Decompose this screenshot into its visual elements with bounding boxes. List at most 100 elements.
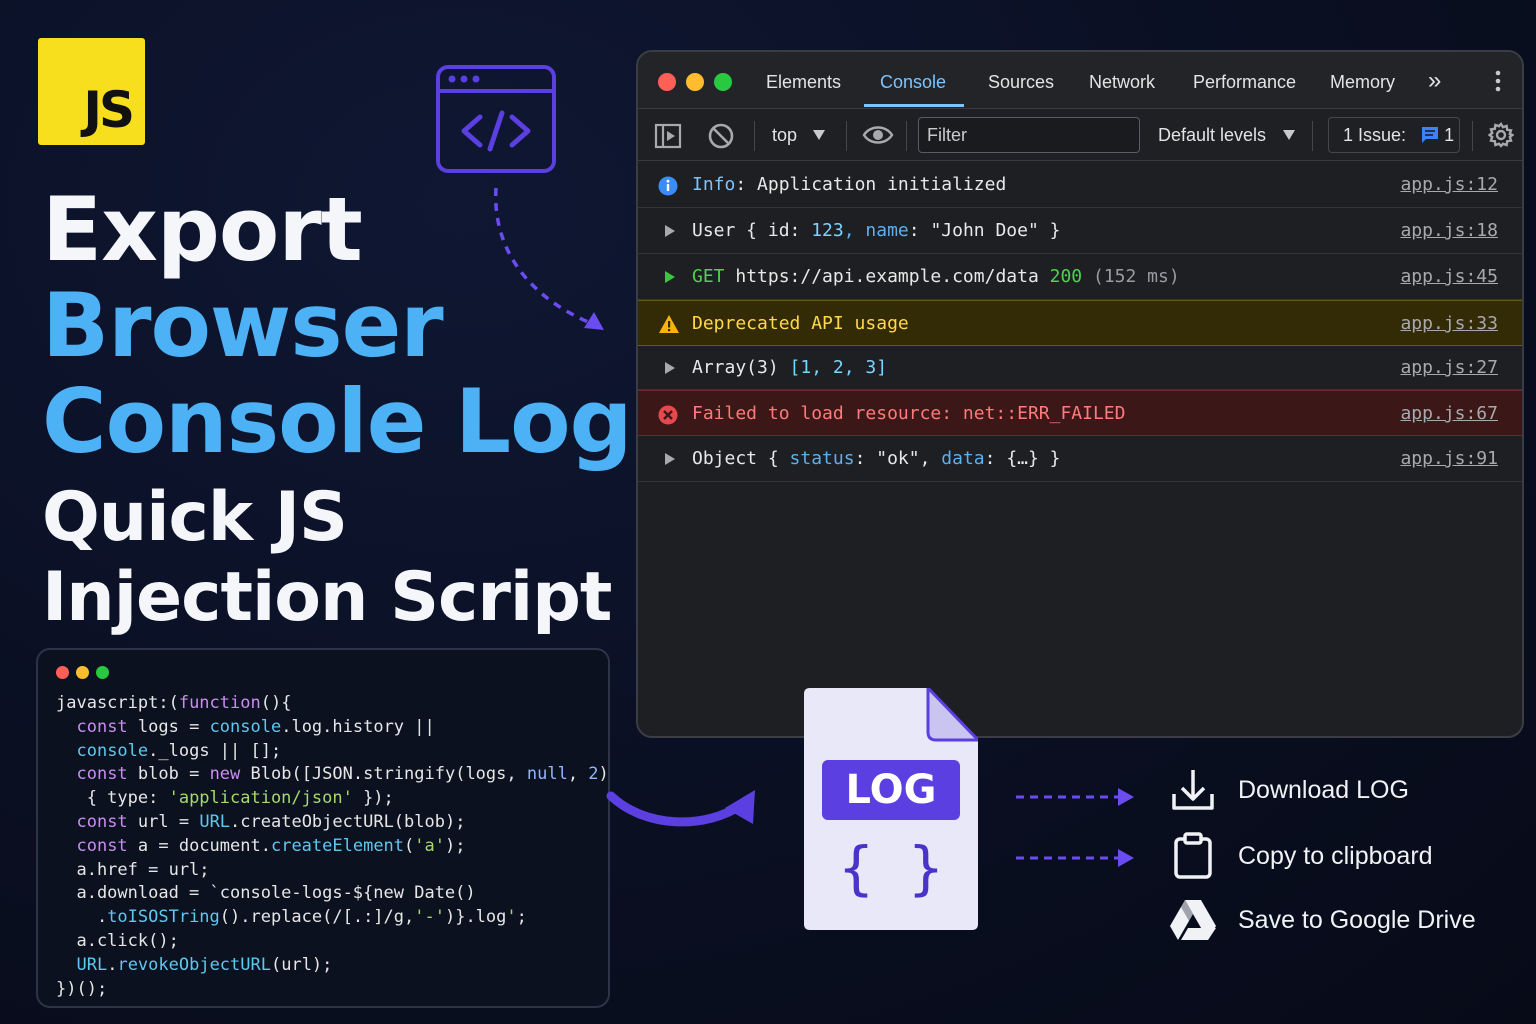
google-drive-icon: [1170, 900, 1216, 940]
tab-console[interactable]: Console: [880, 52, 946, 109]
request-url: https://api.example.com/data: [724, 266, 1050, 287]
log-text: : {…} }: [984, 448, 1061, 469]
expand-triangle-icon[interactable]: [664, 224, 676, 238]
code-line: console._logs || [];: [76, 740, 282, 761]
log-levels-selector[interactable]: Default levels: [1158, 109, 1266, 161]
dashed-arrow-icon: [1016, 788, 1134, 806]
code-line: const blob = new Blob([JSON.stringify(lo…: [76, 764, 609, 785]
download-log-action[interactable]: Download LOG: [1168, 766, 1508, 814]
save-google-drive-action[interactable]: Save to Google Drive: [1168, 896, 1508, 944]
log-text: : "ok",: [854, 448, 942, 469]
code-line: const url = URL.createObjectURL(blob);: [76, 811, 466, 832]
maximize-dot: [96, 666, 109, 679]
log-file-label: LOG: [845, 767, 937, 813]
log-row-warning[interactable]: Deprecated API usage app.js:33: [638, 300, 1522, 346]
js-logo-text: JS: [83, 81, 135, 139]
log-row-status-object[interactable]: Object { status: "ok", data: {…} } app.j…: [638, 436, 1522, 482]
log-source-link[interactable]: app.js:91: [1400, 436, 1498, 482]
tab-memory[interactable]: Memory: [1330, 52, 1395, 109]
code-line: a.href = url;: [56, 859, 210, 880]
download-icon: [1172, 770, 1214, 810]
log-text: Array(3): [692, 357, 790, 378]
log-source-link[interactable]: app.js:45: [1400, 254, 1498, 300]
settings-gear-icon[interactable]: [1488, 122, 1514, 148]
devtools-tabbar: Elements Console Sources Network Perform…: [638, 52, 1522, 109]
error-icon: [658, 405, 678, 425]
copy-clipboard-label: Copy to clipboard: [1238, 842, 1433, 870]
more-tabs-icon[interactable]: »: [1428, 52, 1441, 109]
warning-icon: [659, 315, 679, 333]
code-line: const logs = console.log.history ||: [76, 716, 435, 737]
log-key: data: [941, 448, 985, 469]
filter-input[interactable]: Filter: [918, 117, 1140, 153]
clear-console-icon[interactable]: [706, 121, 736, 151]
headline-line-4: Quick JS: [42, 478, 348, 557]
log-text: : "John Doe" }: [908, 220, 1061, 241]
code-line: a.download = `console-logs-${new Date(): [56, 883, 476, 904]
log-row-user-object[interactable]: User { id: 123, name: "John Doe" } app.j…: [638, 208, 1522, 254]
maximize-window-button[interactable]: [714, 73, 732, 91]
tab-elements[interactable]: Elements: [766, 52, 841, 109]
code-line: .toISOSTring().replace(/[.:]/g,'-')}.log…: [56, 907, 527, 928]
clipboard-icon: [1174, 832, 1212, 879]
levels-dropdown-icon[interactable]: [1282, 129, 1296, 141]
active-tab-indicator: [864, 104, 964, 107]
code-line: URL.revokeObjectURL(url);: [76, 954, 333, 975]
expand-triangle-icon[interactable]: [664, 361, 676, 375]
log-warning-text: Deprecated API usage: [692, 313, 909, 334]
expand-triangle-icon[interactable]: [664, 452, 676, 466]
log-text: Object {: [692, 448, 790, 469]
close-window-button[interactable]: [658, 73, 676, 91]
headline-line-2: Browser: [42, 274, 444, 377]
log-source-link[interactable]: app.js:67: [1400, 391, 1498, 437]
log-source-link[interactable]: app.js:33: [1400, 301, 1498, 347]
copy-clipboard-action[interactable]: Copy to clipboard: [1168, 832, 1508, 880]
eye-icon[interactable]: [862, 124, 894, 146]
code-block[interactable]: javascript:(function(){ const logs = con…: [56, 692, 609, 1001]
issue-message-icon: [1422, 127, 1439, 143]
log-row-network[interactable]: GET https://api.example.com/data 200 (15…: [638, 254, 1522, 300]
code-line: javascript:(function(){: [56, 693, 292, 713]
code-line: })();: [56, 978, 108, 999]
log-key: , name: [843, 220, 909, 241]
save-google-drive-label: Save to Google Drive: [1238, 906, 1476, 934]
log-error-text: Failed to load resource: net::ERR_FAILED: [692, 403, 1126, 424]
log-row-info[interactable]: Info: Application initialized app.js:12: [638, 162, 1522, 208]
curved-arrow-icon: [606, 790, 755, 827]
http-method: GET: [692, 266, 725, 287]
log-source-link[interactable]: app.js:27: [1400, 346, 1498, 390]
issues-button[interactable]: 1 Issue: 1: [1328, 117, 1460, 153]
expand-triangle-icon[interactable]: [664, 270, 676, 284]
log-row-array[interactable]: Array(3) [1, 2, 3] app.js:27: [638, 346, 1522, 390]
tab-performance[interactable]: Performance: [1193, 52, 1296, 109]
code-line: const a = document.createElement('a');: [76, 835, 466, 856]
log-source-link[interactable]: app.js:12: [1400, 162, 1498, 208]
log-row-error[interactable]: Failed to load resource: net::ERR_FAILED…: [638, 390, 1522, 436]
context-selector[interactable]: top: [772, 109, 797, 161]
log-source-link[interactable]: app.js:18: [1400, 208, 1498, 254]
tab-network[interactable]: Network: [1089, 52, 1155, 109]
info-icon: [658, 176, 678, 196]
context-dropdown-icon[interactable]: [812, 129, 826, 141]
sidebar-toggle-icon[interactable]: [654, 123, 682, 149]
tab-sources[interactable]: Sources: [988, 52, 1054, 109]
js-logo: JS: [38, 38, 145, 145]
log-text: User { id:: [692, 220, 812, 241]
console-toolbar: top Filter Default levels 1 Issue: 1: [638, 109, 1522, 161]
headline-line-3: Console Logs:: [42, 370, 718, 473]
http-status: 200: [1049, 266, 1083, 287]
log-info-prefix: Info: [692, 174, 736, 195]
dashed-arrow-icon: [1016, 849, 1134, 867]
issues-count: 1: [1444, 125, 1455, 145]
code-line: { type: 'application/json' });: [56, 788, 394, 809]
code-snippet-window: javascript:(function(){ const logs = con…: [36, 648, 610, 1008]
log-number: 123: [811, 220, 844, 241]
minimize-window-button[interactable]: [686, 73, 704, 91]
close-dot: [56, 666, 69, 679]
code-window-icon: [436, 65, 556, 173]
braces-icon: { }: [838, 834, 944, 902]
dashed-arrow-icon: [494, 187, 604, 330]
log-info-text: : Application initialized: [735, 174, 1007, 195]
kebab-menu-icon[interactable]: [1494, 70, 1502, 92]
download-log-label: Download LOG: [1238, 776, 1409, 804]
